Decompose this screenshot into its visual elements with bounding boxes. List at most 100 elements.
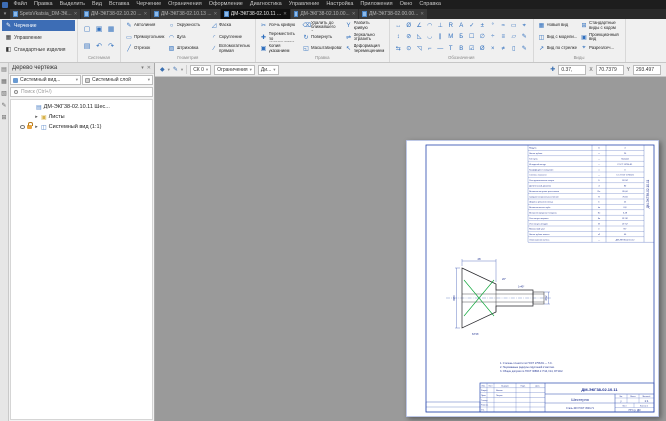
annotation-tool-icon[interactable]: ≡ — [498, 32, 509, 43]
tool-button[interactable]: ✎Автолиния — [124, 20, 167, 32]
annotation-tool-icon[interactable]: ◡ — [425, 32, 436, 43]
annotation-tool-icon[interactable]: ⌖ — [519, 21, 530, 32]
tool-button[interactable]: ⌖Разрез/сеч... — [579, 43, 622, 55]
tool-button[interactable]: ◠Дуга — [167, 32, 210, 44]
tool-button[interactable]: ◱Масштабировать — [301, 43, 344, 55]
document-tab-1[interactable]: ДМ-ЭКГ38-02.10.20 ...✕ — [81, 9, 150, 19]
tool-button[interactable]: ✂Усечь кривую — [259, 20, 302, 32]
annotation-tool-icon[interactable]: ⊘ — [404, 32, 415, 43]
annotation-tool-icon[interactable]: T — [446, 44, 457, 55]
annotation-tool-icon[interactable]: ∅ — [477, 32, 488, 43]
annotation-tool-icon[interactable]: ✎ — [519, 44, 530, 55]
close-icon[interactable]: ✕ — [74, 11, 78, 17]
drawing-tree-panel-icon[interactable]: ▤ — [1, 66, 7, 73]
undo-icon[interactable]: ↶ — [96, 42, 102, 50]
document-tab-0[interactable]: SpetsVkatsia_DM-ЭК...✕ — [10, 9, 80, 19]
close-icon[interactable]: ✕ — [283, 11, 287, 17]
tool-button[interactable]: ✚Переместить по координатам — [259, 32, 302, 44]
annotation-tool-icon[interactable]: × — [488, 44, 499, 55]
expander-icon[interactable]: ▸ — [34, 114, 39, 120]
expander-icon[interactable]: ▸ — [34, 124, 39, 130]
document-tab-4[interactable]: ДМ-ЭКГ38-02.10.00...✕ — [291, 9, 359, 19]
tab-list-button[interactable]: ▾ — [0, 9, 10, 19]
tool-button[interactable]: ↻Повернуть — [301, 32, 344, 44]
annotation-tool-icon[interactable]: ◺ — [414, 32, 425, 43]
menu-item-4[interactable]: Вставка — [105, 0, 132, 9]
annotation-tool-icon[interactable]: ◠ — [425, 21, 436, 32]
dimensions-select[interactable]: Ди...▾ — [258, 65, 279, 75]
tool-button[interactable]: ⊞Стандартные виды с кодом — [579, 20, 622, 32]
menu-item-8[interactable]: Диагностика — [246, 0, 285, 9]
annotation-tool-icon[interactable]: ⇆ — [393, 44, 404, 55]
annotation-tool-icon[interactable]: ° — [488, 21, 499, 32]
annotation-tool-icon[interactable]: ✓ — [467, 21, 478, 32]
close-icon[interactable]: ✕ — [420, 11, 424, 17]
menu-item-0[interactable]: Файл — [10, 0, 31, 9]
tree-item-0[interactable]: ▤ДМ-ЭКГ38-02.10.11 Шес... — [11, 102, 152, 112]
menu-item-6[interactable]: Ограничения — [165, 0, 206, 9]
close-icon[interactable]: ✕ — [144, 11, 148, 17]
tree-item-2[interactable]: ▸◫Системный вид (1:1) — [11, 122, 152, 132]
style-icon[interactable]: ◆ — [160, 66, 165, 73]
tool-button[interactable]: YРазбить кривую — [344, 20, 387, 32]
annotation-tool-icon[interactable]: Ø — [477, 44, 488, 55]
annotation-tool-icon[interactable]: ↔ — [393, 21, 404, 32]
lock-icon[interactable] — [27, 125, 32, 129]
x-coordinate-field[interactable]: 70.7379 — [596, 65, 624, 75]
annotation-tool-icon[interactable]: Б — [456, 32, 467, 43]
menu-item-13[interactable]: Справка — [416, 0, 445, 9]
open-icon[interactable]: ▣ — [96, 25, 103, 33]
drawing-canvas[interactable]: Модульm4Число зубьевz20Тип зуба—ПрямойИс… — [155, 77, 666, 421]
document-tab-5[interactable]: ДМ-ЭКГ38-02.00.00...✕ — [359, 9, 427, 19]
blocks-panel-icon[interactable]: ▧ — [1, 90, 7, 97]
annotation-tool-icon[interactable]: ↕ — [393, 32, 404, 43]
libraries-panel-icon[interactable]: ⊞ — [1, 114, 6, 121]
annotation-tool-icon[interactable]: A — [456, 21, 467, 32]
tool-button[interactable]: ⇌Зеркально отразить — [344, 32, 387, 44]
annotation-tool-icon[interactable]: ▱ — [509, 32, 520, 43]
tool-button[interactable]: ↗Вид по стрелке — [537, 43, 580, 55]
tool-button[interactable]: ▣Копия указанием — [259, 43, 302, 55]
tool-button[interactable]: ▨Штриховка — [167, 43, 210, 55]
annotation-tool-icon[interactable]: ☐ — [467, 32, 478, 43]
tool-button[interactable]: ▭Прямоугольник — [124, 32, 167, 44]
annotation-tool-icon[interactable]: ▯ — [509, 44, 520, 55]
close-icon[interactable]: ✕ — [214, 11, 218, 17]
tree-item-1[interactable]: ▸▣Листы — [11, 112, 152, 122]
annotation-tool-icon[interactable]: ≠ — [498, 44, 509, 55]
current-view-select[interactable]: Системный вид... ▾ — [10, 75, 81, 85]
annotation-tool-icon[interactable]: M — [446, 32, 457, 43]
y-coordinate-field[interactable]: 293.497 — [633, 65, 661, 75]
annotation-tool-icon[interactable]: ∥ — [435, 32, 446, 43]
annotation-tool-icon[interactable]: ◹ — [414, 44, 425, 55]
ribbon-mode-tab-0[interactable]: ✎Черчение — [2, 20, 75, 31]
menu-item-11[interactable]: Приложения — [357, 0, 396, 9]
tool-button[interactable]: ╱Отрезок — [124, 43, 167, 55]
annotation-tool-icon[interactable]: ⊥ — [435, 21, 446, 32]
tool-button[interactable]: ▣Проекционный вид — [579, 32, 622, 44]
annotation-tool-icon[interactable]: ∠ — [414, 21, 425, 32]
save-icon[interactable]: ▦ — [108, 25, 115, 33]
tool-button[interactable]: ◿Фаска — [209, 20, 252, 32]
annotation-tool-icon[interactable]: В — [456, 44, 467, 55]
search-input[interactable]: Поиск (Ctrl+/) — [10, 87, 153, 97]
annotation-tool-icon[interactable]: ⊙ — [404, 44, 415, 55]
annotation-tool-icon[interactable]: R — [446, 21, 457, 32]
ribbon-mode-tab-1[interactable]: ▦Управление — [2, 32, 75, 43]
menu-item-9[interactable]: Управление — [285, 0, 323, 9]
coordinate-system-select[interactable]: СК 0▾ — [190, 65, 211, 75]
tool-button[interactable]: ↖Деформация перемещением — [344, 43, 387, 55]
print-icon[interactable]: ▤ — [84, 42, 91, 50]
pen-style-icon[interactable]: ✎ — [173, 66, 178, 73]
annotation-tool-icon[interactable]: — — [435, 44, 446, 55]
current-layer-select[interactable]: Системный слой ▾ — [82, 75, 153, 85]
tool-button[interactable]: ∕Вспомогательная прямая — [209, 43, 252, 55]
annotation-tool-icon[interactable]: ▭ — [509, 21, 520, 32]
menu-item-5[interactable]: Черчение — [133, 0, 165, 9]
annotation-tool-icon[interactable]: ÷ — [488, 32, 499, 43]
menu-item-10[interactable]: Настройка — [323, 0, 357, 9]
tool-button[interactable]: ◜Скругление — [209, 32, 252, 44]
constraints-select[interactable]: Ограничения▾ — [214, 65, 255, 75]
close-icon[interactable]: ✕ — [352, 11, 356, 17]
annotation-tool-icon[interactable]: Ø — [404, 21, 415, 32]
